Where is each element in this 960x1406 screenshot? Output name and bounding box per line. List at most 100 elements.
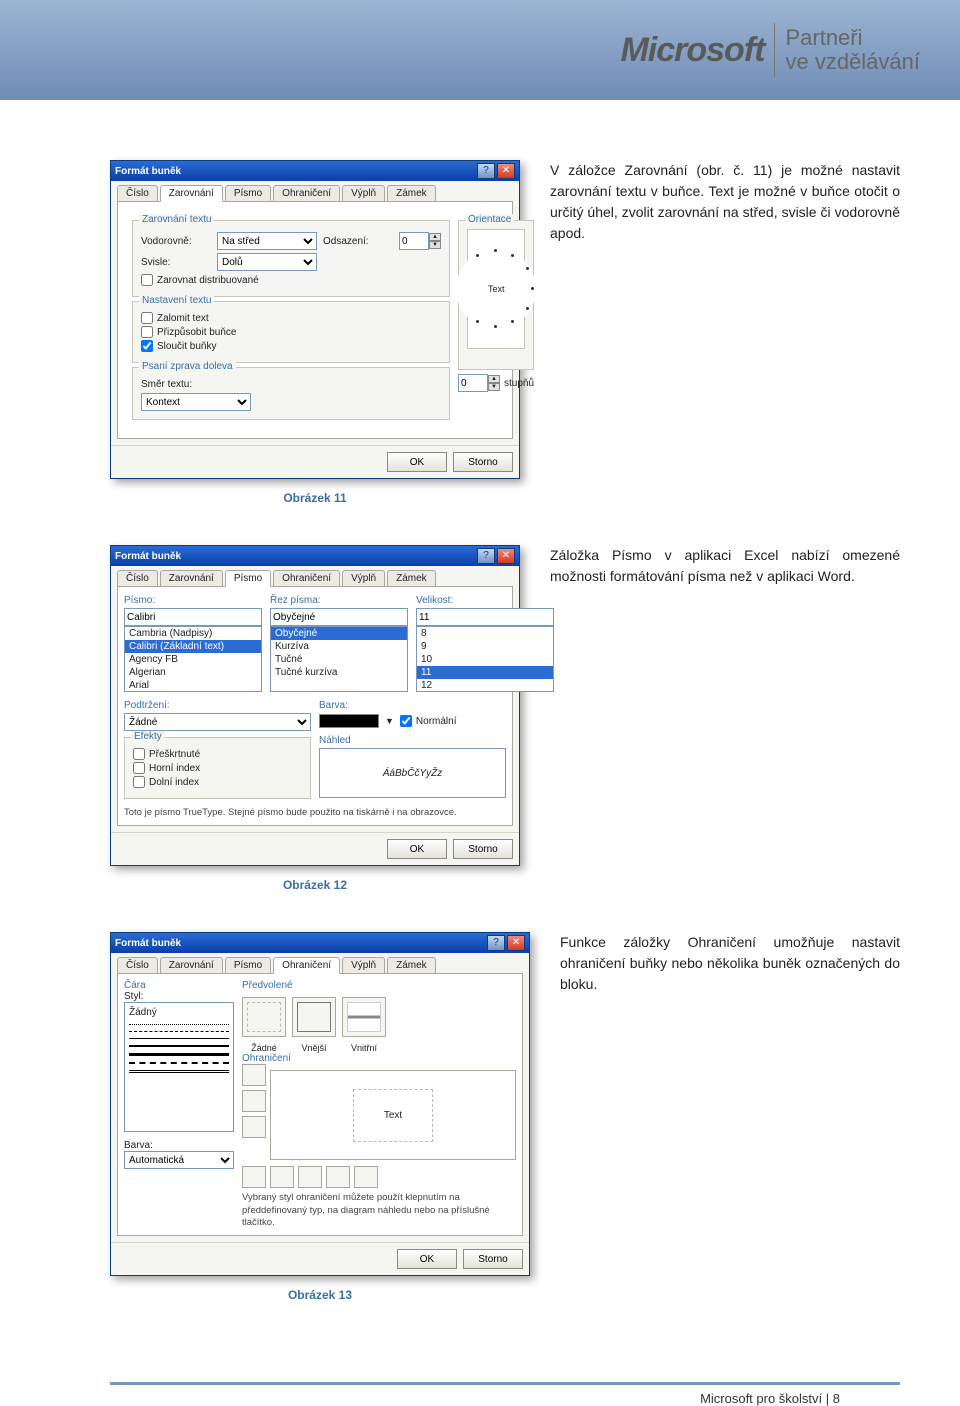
color-swatch[interactable] bbox=[319, 714, 379, 728]
spinner-up-icon[interactable]: ▲ bbox=[429, 233, 441, 241]
border-right-button[interactable] bbox=[326, 1166, 350, 1188]
list-item[interactable]: Calibri (Základní text) bbox=[125, 640, 261, 653]
style-input[interactable] bbox=[270, 608, 408, 626]
line-style-listbox[interactable]: Žádný bbox=[124, 1002, 234, 1132]
tab-border[interactable]: Ohraničení bbox=[273, 185, 340, 202]
tab-number[interactable]: Číslo bbox=[117, 185, 158, 202]
font-listbox[interactable]: Cambria (Nadpisy) Calibri (Základní text… bbox=[124, 626, 262, 692]
degrees-value[interactable] bbox=[458, 374, 488, 392]
tab-font[interactable]: Písmo bbox=[225, 570, 271, 587]
border-diag1-button[interactable] bbox=[242, 1166, 266, 1188]
tab-protection[interactable]: Zámek bbox=[387, 957, 436, 974]
tab-number[interactable]: Číslo bbox=[117, 570, 158, 587]
superscript-checkbox[interactable] bbox=[133, 762, 145, 774]
dialog-titlebar[interactable]: Formát buněk ?✕ bbox=[111, 546, 519, 566]
size-input[interactable] bbox=[416, 608, 554, 626]
ok-button[interactable]: OK bbox=[397, 1249, 457, 1269]
cancel-button[interactable]: Storno bbox=[453, 839, 513, 859]
spinner-down-icon[interactable]: ▼ bbox=[429, 241, 441, 249]
horizontal-select[interactable]: Na střed bbox=[217, 232, 317, 250]
list-item[interactable]: Cambria (Nadpisy) bbox=[125, 627, 261, 640]
tab-alignment[interactable]: Zarovnání bbox=[160, 185, 223, 202]
tab-fill[interactable]: Výplň bbox=[342, 570, 385, 587]
border-bottom-button[interactable] bbox=[242, 1116, 266, 1138]
help-button[interactable]: ? bbox=[487, 935, 505, 951]
dialog-titlebar[interactable]: Formát buněk ? ✕ bbox=[111, 161, 519, 181]
orientation-dial[interactable]: Text bbox=[467, 229, 525, 349]
list-item[interactable] bbox=[129, 1053, 229, 1056]
size-listbox[interactable]: 8 9 10 11 12 14 bbox=[416, 626, 554, 692]
tab-number[interactable]: Číslo bbox=[117, 957, 158, 974]
preset-outline-button[interactable] bbox=[292, 997, 336, 1037]
tab-font[interactable]: Písmo bbox=[225, 185, 271, 202]
tab-protection[interactable]: Zámek bbox=[387, 570, 436, 587]
tab-alignment[interactable]: Zarovnání bbox=[160, 957, 223, 974]
effects-legend: Efekty bbox=[131, 731, 165, 742]
help-button[interactable]: ? bbox=[477, 548, 495, 564]
preset-inside-button[interactable] bbox=[342, 997, 386, 1037]
ok-button[interactable]: OK bbox=[387, 839, 447, 859]
list-item[interactable] bbox=[129, 1062, 229, 1064]
font-input[interactable] bbox=[124, 608, 262, 626]
cancel-button[interactable]: Storno bbox=[463, 1249, 523, 1269]
list-item[interactable]: 10 bbox=[417, 653, 553, 666]
close-button[interactable]: ✕ bbox=[497, 548, 515, 564]
list-item[interactable]: Arial bbox=[125, 679, 261, 692]
text-direction-select[interactable]: Kontext bbox=[141, 393, 251, 411]
list-item[interactable]: Agency FB bbox=[125, 653, 261, 666]
list-item[interactable]: Obyčejné bbox=[271, 627, 407, 640]
border-left-button[interactable] bbox=[270, 1166, 294, 1188]
degrees-spinner[interactable]: ▲▼ bbox=[458, 374, 500, 392]
list-item[interactable]: Tučné bbox=[271, 653, 407, 666]
merge-cells-checkbox[interactable] bbox=[141, 340, 153, 352]
close-button[interactable]: ✕ bbox=[497, 163, 515, 179]
list-item[interactable] bbox=[129, 1045, 229, 1047]
list-item[interactable] bbox=[129, 1038, 229, 1039]
tab-fill[interactable]: Výplň bbox=[342, 957, 385, 974]
list-item[interactable]: Kurzíva bbox=[271, 640, 407, 653]
border-preview[interactable]: Text bbox=[270, 1070, 516, 1160]
preset-none-button[interactable] bbox=[242, 997, 286, 1037]
close-button[interactable]: ✕ bbox=[507, 935, 525, 951]
tab-protection[interactable]: Zámek bbox=[387, 185, 436, 202]
border-middle-button[interactable] bbox=[242, 1090, 266, 1112]
list-item[interactable] bbox=[129, 1031, 229, 1032]
list-item[interactable]: 11 bbox=[417, 666, 553, 679]
tab-border[interactable]: Ohraničení bbox=[273, 570, 340, 587]
list-item[interactable]: Žádný bbox=[129, 1007, 229, 1018]
subscript-checkbox[interactable] bbox=[133, 776, 145, 788]
border-diag2-button[interactable] bbox=[354, 1166, 378, 1188]
spinner-up-icon[interactable]: ▲ bbox=[488, 375, 500, 383]
style-listbox[interactable]: Obyčejné Kurzíva Tučné Tučné kurzíva bbox=[270, 626, 408, 692]
indent-spinner[interactable]: ▲▼ bbox=[399, 232, 441, 250]
normal-font-checkbox[interactable] bbox=[400, 715, 412, 727]
border-top-button[interactable] bbox=[242, 1064, 266, 1086]
underline-select[interactable]: Žádné bbox=[124, 713, 311, 731]
help-button[interactable]: ? bbox=[477, 163, 495, 179]
vertical-select[interactable]: Dolů bbox=[217, 253, 317, 271]
border-vcenter-button[interactable] bbox=[298, 1166, 322, 1188]
wrap-text-checkbox[interactable] bbox=[141, 312, 153, 324]
indent-value[interactable] bbox=[399, 232, 429, 250]
tab-alignment[interactable]: Zarovnání bbox=[160, 570, 223, 587]
justify-distributed-checkbox[interactable] bbox=[141, 274, 153, 286]
list-item[interactable] bbox=[129, 1024, 229, 1025]
tab-font[interactable]: Písmo bbox=[225, 957, 271, 974]
border-color-select[interactable]: Automatická bbox=[124, 1151, 234, 1169]
dialog-titlebar[interactable]: Formát buněk ?✕ bbox=[111, 933, 529, 953]
cancel-button[interactable]: Storno bbox=[453, 452, 513, 472]
list-item[interactable]: Tučné kurzíva bbox=[271, 666, 407, 679]
tab-panel: Zarovnání textu Vodorovně: Na střed Odsa… bbox=[117, 201, 513, 439]
color-label: Barva: bbox=[124, 1140, 234, 1151]
list-item[interactable]: 9 bbox=[417, 640, 553, 653]
tab-fill[interactable]: Výplň bbox=[342, 185, 385, 202]
strikethrough-checkbox[interactable] bbox=[133, 748, 145, 760]
ok-button[interactable]: OK bbox=[387, 452, 447, 472]
list-item[interactable]: 12 bbox=[417, 679, 553, 692]
tab-border[interactable]: Ohraničení bbox=[273, 957, 340, 974]
spinner-down-icon[interactable]: ▼ bbox=[488, 383, 500, 391]
list-item[interactable]: 8 bbox=[417, 627, 553, 640]
shrink-fit-checkbox[interactable] bbox=[141, 326, 153, 338]
list-item[interactable]: Algerian bbox=[125, 666, 261, 679]
list-item[interactable] bbox=[129, 1070, 229, 1073]
